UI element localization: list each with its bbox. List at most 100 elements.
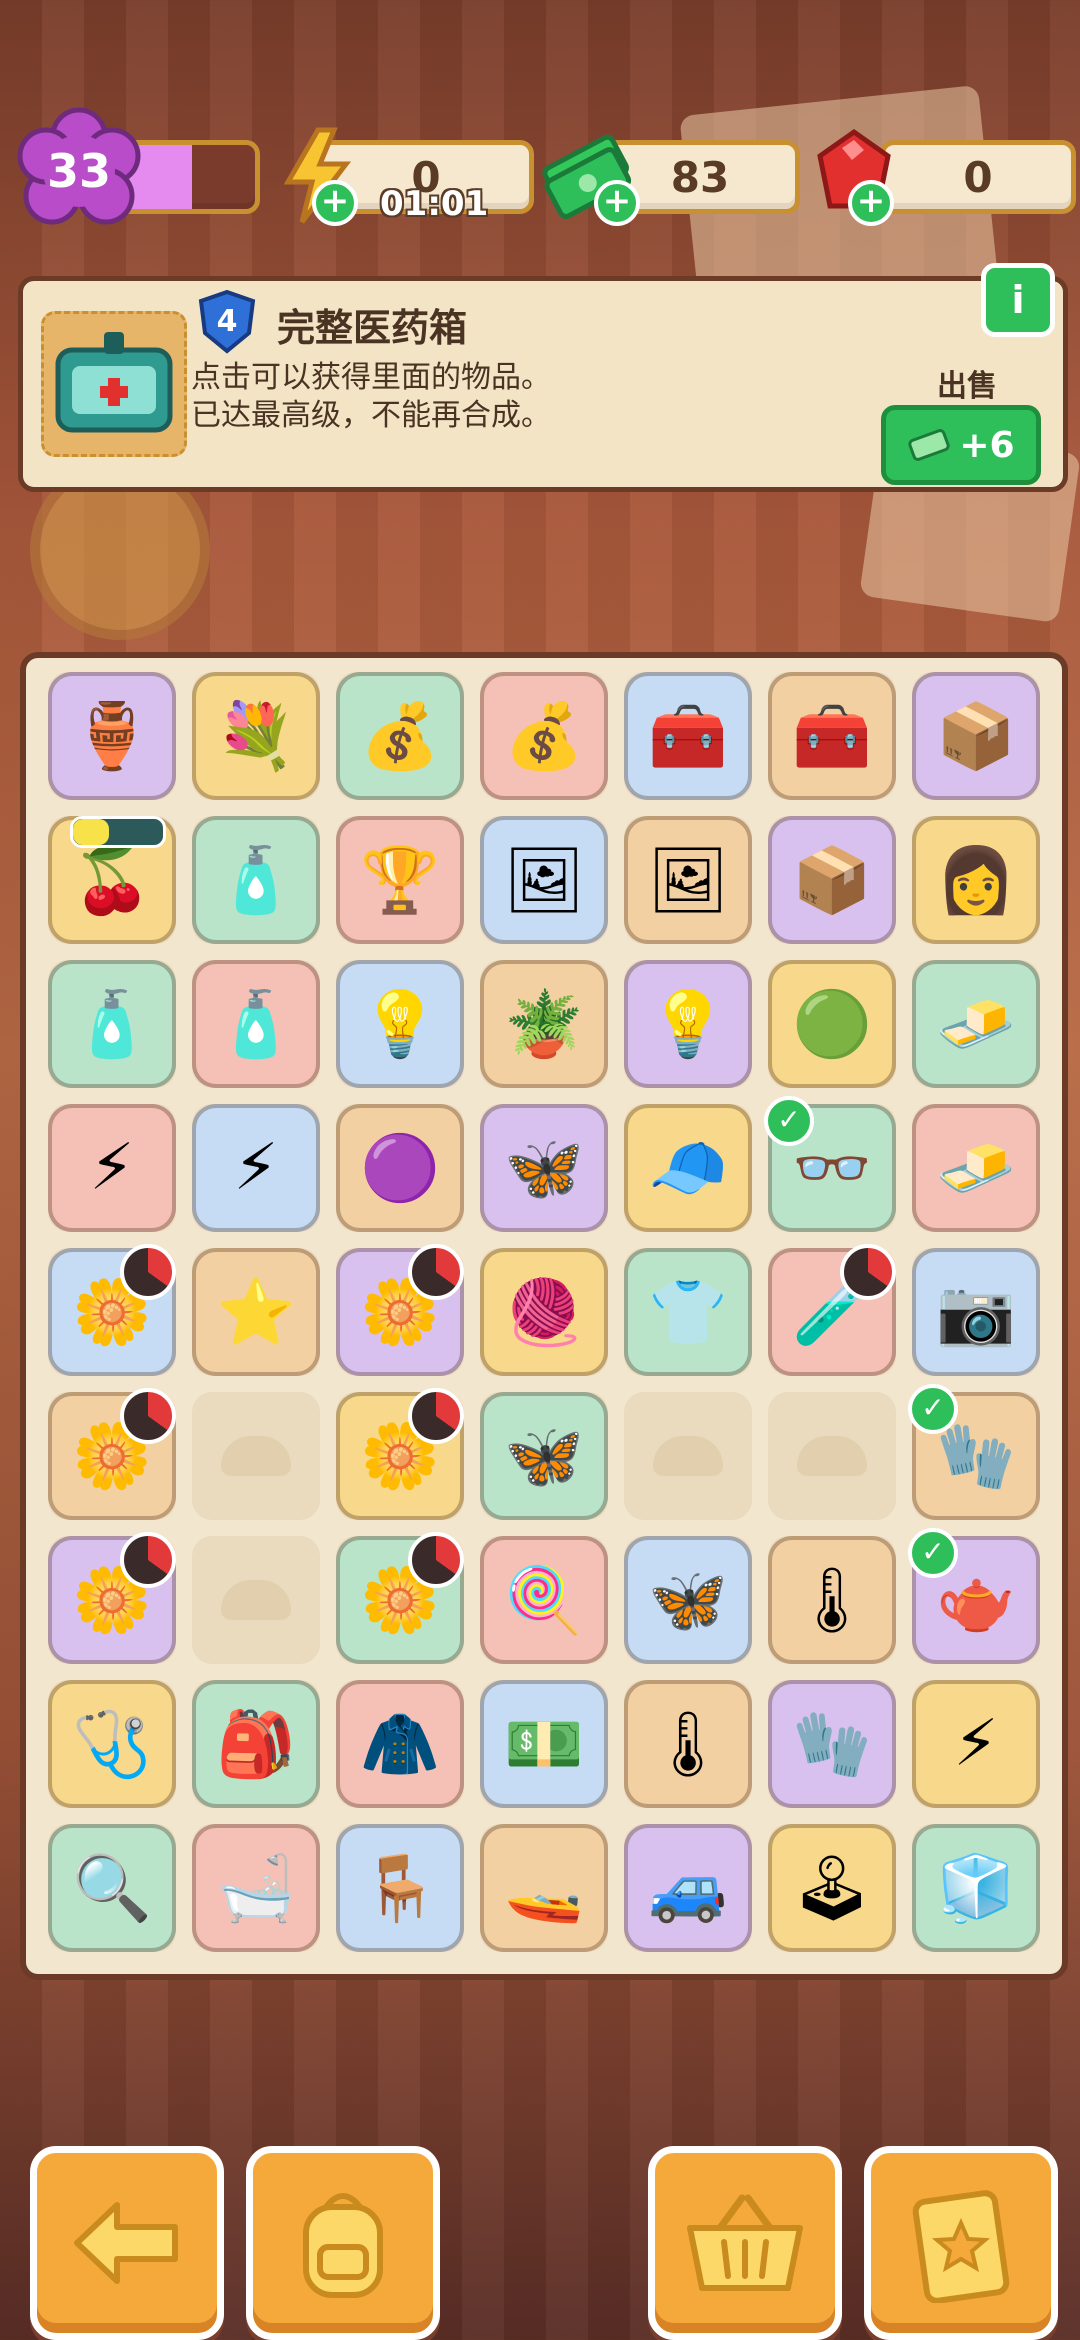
gems-add-button[interactable]: + bbox=[848, 180, 894, 226]
info-button[interactable]: i bbox=[981, 263, 1055, 337]
board-cell[interactable] bbox=[760, 1384, 904, 1528]
brown-coat-item[interactable]: 🧥 bbox=[336, 1680, 464, 1808]
board-cell[interactable]: 🍭 bbox=[472, 1528, 616, 1672]
board-cell[interactable]: 🧶 bbox=[472, 1240, 616, 1384]
board-cell[interactable]: 💰 bbox=[472, 664, 616, 808]
board-cell[interactable]: 🎒 bbox=[184, 1672, 328, 1816]
purple-star-item[interactable]: ⭐ bbox=[192, 1248, 320, 1376]
energy-medkit-item[interactable]: ⚡ bbox=[912, 1680, 1040, 1808]
board-cell[interactable]: 💡 bbox=[328, 952, 472, 1096]
red-toolbox-item[interactable]: 🧰 bbox=[768, 672, 896, 800]
board-cell[interactable]: 🕹 bbox=[760, 1816, 904, 1960]
coin-sack-item[interactable]: 💰 bbox=[336, 672, 464, 800]
board-cell[interactable]: ⚡ bbox=[40, 1096, 184, 1240]
green-sponge-item[interactable]: 🟢 bbox=[768, 960, 896, 1088]
sugar-cubes-item[interactable]: 🧈 bbox=[912, 1104, 1040, 1232]
board-cell[interactable]: 🦋 bbox=[472, 1384, 616, 1528]
yarn-ball-item[interactable]: 🧶 bbox=[480, 1248, 608, 1376]
water-bottle-item[interactable]: 🧴 bbox=[192, 816, 320, 944]
purple-blob-item[interactable]: 🟣 bbox=[336, 1104, 464, 1232]
board-cell[interactable]: 🍒 bbox=[40, 808, 184, 952]
board-cell[interactable]: ⚡ bbox=[904, 1672, 1048, 1816]
board-cell[interactable]: 🟣 bbox=[328, 1096, 472, 1240]
jeep-item[interactable]: 🚙 bbox=[624, 1824, 752, 1952]
purple-moth-item[interactable]: 🦋 bbox=[624, 1536, 752, 1664]
soap-bottle-item[interactable]: 🧴 bbox=[48, 960, 176, 1088]
board-cell[interactable]: 🌡 bbox=[616, 1672, 760, 1816]
board-cell[interactable]: 💰 bbox=[328, 664, 472, 808]
cash-add-button[interactable]: + bbox=[594, 180, 640, 226]
couple-frame-item[interactable]: 🖼 bbox=[624, 816, 752, 944]
board-cell[interactable]: 💐 bbox=[184, 664, 328, 808]
box-plant-item[interactable]: 🪴 bbox=[480, 960, 608, 1088]
energy-add-button[interactable]: + bbox=[312, 180, 358, 226]
level-badge[interactable]: 33 bbox=[14, 106, 144, 236]
coin-sack-item[interactable]: 💰 bbox=[480, 672, 608, 800]
board-cell[interactable]: 👩 bbox=[904, 808, 1048, 952]
yellow-cube-box-item[interactable]: 🧊 bbox=[912, 1824, 1040, 1952]
stethoscope-item[interactable]: 🩺 bbox=[48, 1680, 176, 1808]
board-cell[interactable]: 👓 ✓ bbox=[760, 1096, 904, 1240]
sell-button[interactable]: +6 bbox=[881, 405, 1041, 485]
gems-counter[interactable]: 0 bbox=[880, 140, 1076, 214]
backpack-item[interactable]: 🎒 bbox=[192, 1680, 320, 1808]
wood-crate-item[interactable]: 📦 bbox=[912, 672, 1040, 800]
board-cell[interactable]: 🧈 bbox=[904, 1096, 1048, 1240]
board-cell[interactable]: 🚙 bbox=[616, 1816, 760, 1960]
maid-character-item[interactable]: 👩 bbox=[912, 816, 1040, 944]
board-cell[interactable]: 🧪 bbox=[760, 1240, 904, 1384]
board-cell[interactable]: 🫖 ✓ bbox=[904, 1528, 1048, 1672]
board-cell[interactable]: 🧰 bbox=[616, 664, 760, 808]
board-cell[interactable]: 🧴 bbox=[184, 952, 328, 1096]
board-cell[interactable]: 🪑 bbox=[328, 1816, 472, 1960]
thermometer-item[interactable]: 🌡 bbox=[768, 1536, 896, 1664]
board-cell[interactable]: 🌡 bbox=[760, 1528, 904, 1672]
board-cell[interactable]: 🚤 bbox=[472, 1816, 616, 1960]
board-cell[interactable]: 🌼 bbox=[328, 1528, 472, 1672]
board-cell[interactable]: 🏆 bbox=[328, 808, 472, 952]
board-cell[interactable]: 🧢 bbox=[616, 1096, 760, 1240]
board-cell[interactable]: 🖼 bbox=[472, 808, 616, 952]
board-cell[interactable]: 🖼 bbox=[616, 808, 760, 952]
board-cell[interactable]: 📷 bbox=[904, 1240, 1048, 1384]
cardboard-box-item[interactable]: 📦 bbox=[768, 816, 896, 944]
red-glove-item[interactable]: 🧤 bbox=[768, 1680, 896, 1808]
red-toolbox-item[interactable]: 🧰 bbox=[624, 672, 752, 800]
yellow-machine-item[interactable]: 🕹 bbox=[768, 1824, 896, 1952]
inventory-button[interactable] bbox=[246, 2146, 440, 2340]
purple-moth-item[interactable]: 🦋 bbox=[480, 1104, 608, 1232]
cotton-candy-item[interactable]: 🍭 bbox=[480, 1536, 608, 1664]
box-lightbulb-item[interactable]: 💡 bbox=[336, 960, 464, 1088]
white-moth-item[interactable]: 🦋 bbox=[480, 1392, 608, 1520]
shop-button[interactable] bbox=[648, 2146, 842, 2340]
board-cell[interactable]: 💵 bbox=[472, 1672, 616, 1816]
board-cell[interactable]: 🦋 bbox=[472, 1096, 616, 1240]
board-cell[interactable]: ⭐ bbox=[184, 1240, 328, 1384]
crime-scene-bench-item[interactable]: 🪑 bbox=[336, 1824, 464, 1952]
vase-item[interactable]: 🏺 bbox=[48, 672, 176, 800]
star-trophy-cabinet-item[interactable]: 🏆 bbox=[336, 816, 464, 944]
board-cell[interactable]: 🧴 bbox=[184, 808, 328, 952]
board-cell[interactable]: 🌼 bbox=[40, 1384, 184, 1528]
board-cell[interactable]: 🧥 bbox=[328, 1672, 472, 1816]
board-cell[interactable]: ⚡ bbox=[184, 1096, 328, 1240]
back-button[interactable] bbox=[30, 2146, 224, 2340]
board-cell[interactable]: 🏺 bbox=[40, 664, 184, 808]
board-cell[interactable]: 🔍 bbox=[40, 1816, 184, 1960]
board-cell[interactable]: 🧊 bbox=[904, 1816, 1048, 1960]
moth-energy-item[interactable]: ⚡ bbox=[192, 1104, 320, 1232]
flower-bush-item[interactable]: 💐 bbox=[192, 672, 320, 800]
board-cell[interactable]: 🌼 bbox=[40, 1240, 184, 1384]
moth-energy-item[interactable]: ⚡ bbox=[48, 1104, 176, 1232]
board-cell[interactable]: 👕 bbox=[616, 1240, 760, 1384]
board-cell[interactable]: 📦 bbox=[904, 664, 1048, 808]
soap-bottle-item[interactable]: 🧴 bbox=[192, 960, 320, 1088]
board-cell[interactable]: 🌼 bbox=[328, 1384, 472, 1528]
board-cell[interactable]: 💡 bbox=[616, 952, 760, 1096]
digital-thermometer-item[interactable]: 🌡 bbox=[624, 1680, 752, 1808]
board-cell[interactable]: 🧰 bbox=[760, 664, 904, 808]
tasks-button[interactable] bbox=[864, 2146, 1058, 2340]
board-cell[interactable]: 🌼 bbox=[328, 1240, 472, 1384]
board-cell[interactable] bbox=[616, 1384, 760, 1528]
board-cell[interactable]: 🧴 bbox=[40, 952, 184, 1096]
